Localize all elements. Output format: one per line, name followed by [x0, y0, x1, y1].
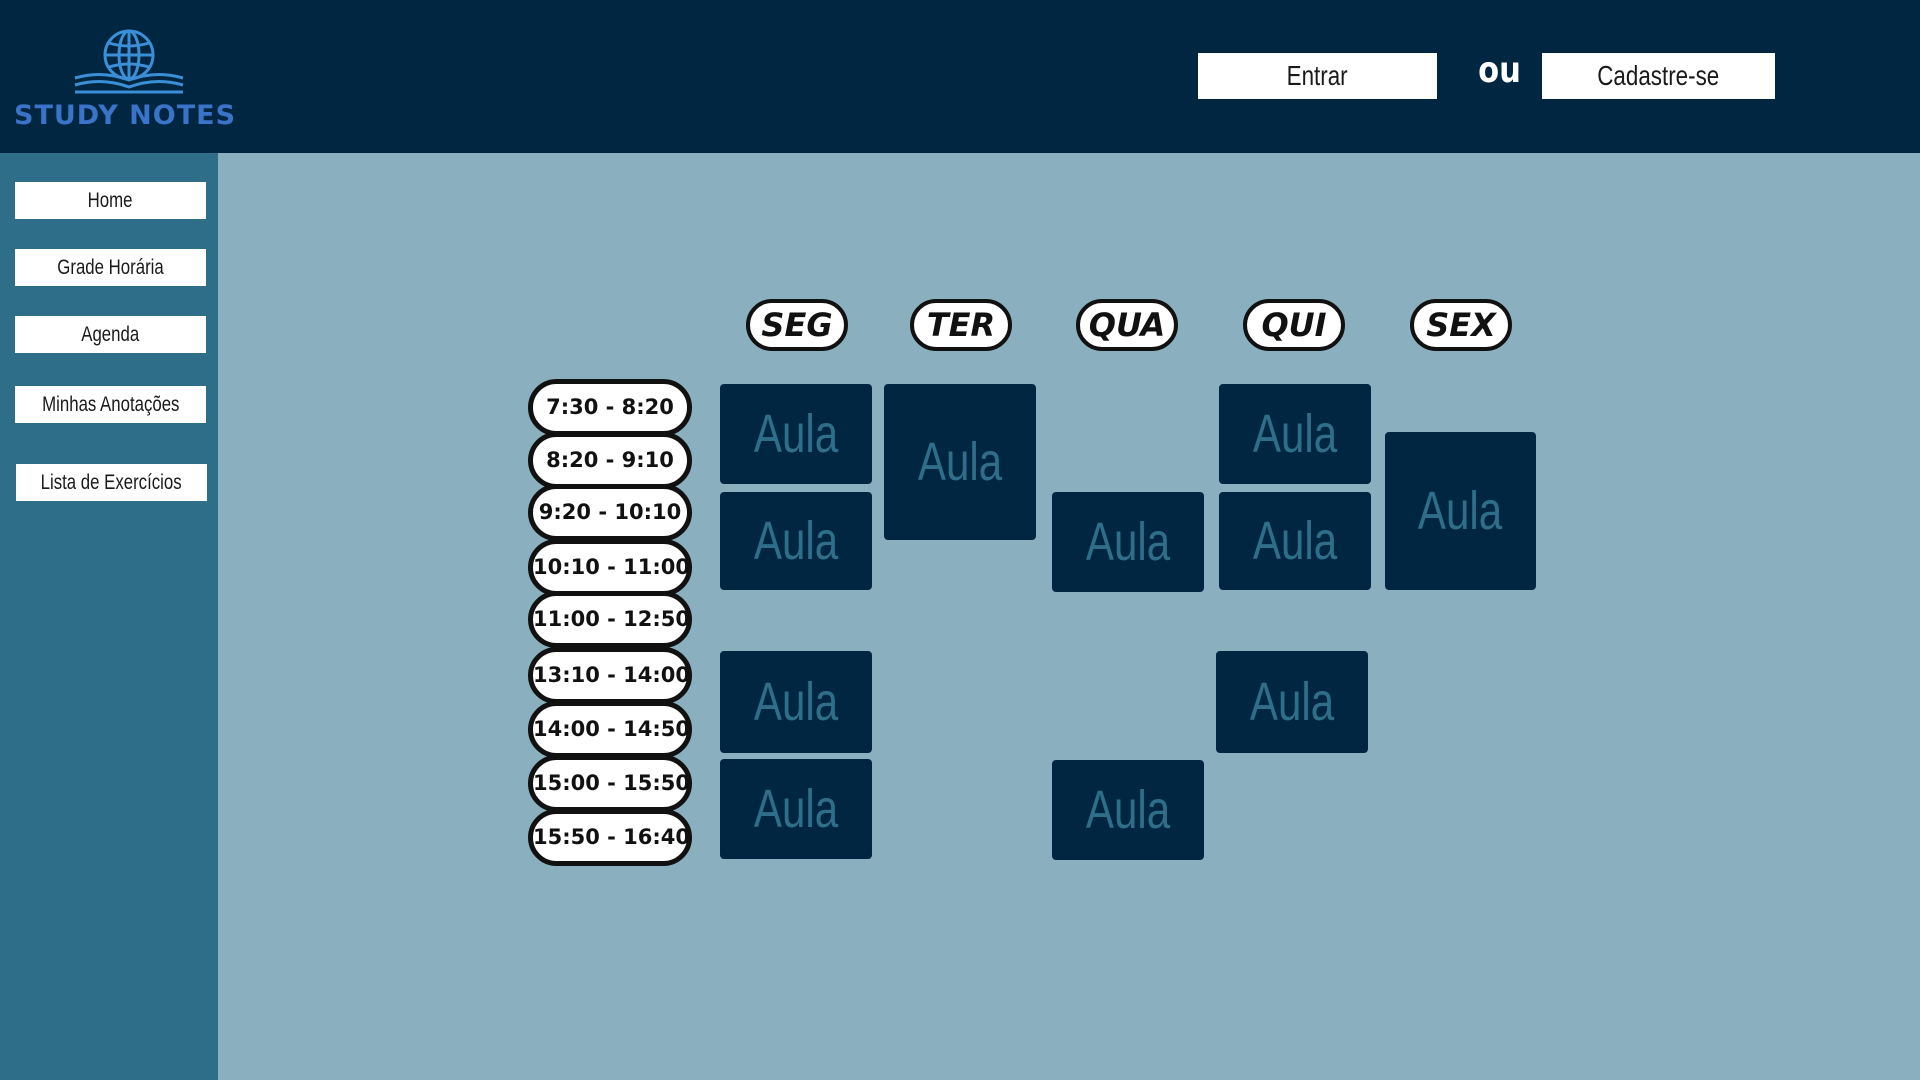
class-label: Aula: [1252, 404, 1338, 464]
class-label: Aula: [1418, 481, 1503, 541]
globe-book-icon: [74, 29, 184, 94]
class-block-qui[interactable]: Aula: [1216, 651, 1368, 753]
day-header-qui: QUI: [1243, 299, 1345, 351]
sidebar-item-label: Lista de Exercícios: [41, 471, 182, 494]
login-label: Entrar: [1287, 60, 1348, 91]
class-block-seg[interactable]: Aula: [720, 384, 872, 484]
time-slot: 15:00 - 15:50: [528, 755, 692, 812]
time-slot: 14:00 - 14:50: [528, 701, 692, 758]
class-block-seg[interactable]: Aula: [720, 651, 872, 753]
class-block-qui[interactable]: Aula: [1219, 384, 1371, 484]
sidebar-item-lista-exercicios[interactable]: Lista de Exercícios: [16, 464, 207, 501]
class-block-seg[interactable]: Aula: [720, 759, 872, 859]
class-label: Aula: [753, 511, 839, 571]
class-label: Aula: [753, 672, 839, 732]
time-slot: 8:20 - 9:10: [528, 432, 692, 489]
sidebar-item-grade-horaria[interactable]: Grade Horária: [15, 249, 206, 286]
login-button[interactable]: Entrar: [1198, 53, 1437, 99]
time-slot: 9:20 - 10:10: [528, 484, 692, 541]
class-block-qua[interactable]: Aula: [1052, 492, 1204, 592]
sidebar-item-label: Grade Horária: [57, 256, 164, 279]
sidebar-item-label: Minhas Anotações: [41, 393, 180, 416]
day-header-seg: SEG: [746, 299, 848, 351]
time-slot: 10:10 - 11:00: [528, 539, 692, 596]
signup-button[interactable]: Cadastre-se: [1542, 53, 1775, 99]
sidebar-item-home[interactable]: Home: [15, 182, 206, 219]
class-block-qui[interactable]: Aula: [1219, 492, 1371, 590]
class-label: Aula: [917, 432, 1003, 492]
class-label: Aula: [1085, 780, 1171, 840]
time-slot: 11:00 - 12:50: [528, 591, 692, 648]
class-block-sex[interactable]: Aula: [1385, 432, 1536, 590]
class-label: Aula: [1249, 672, 1335, 732]
study-notes-logo[interactable]: STUDY NOTES: [14, 28, 246, 132]
time-slot: 7:30 - 8:20: [528, 379, 692, 436]
top-header: STUDY NOTES Entrar ou Cadastre-se: [0, 0, 1920, 153]
sidebar-item-agenda[interactable]: Agenda: [15, 316, 206, 353]
class-label: Aula: [1252, 511, 1338, 571]
day-header-sex: SEX: [1410, 299, 1512, 351]
sidebar: Home Grade Horária Agenda Minhas Anotaçõ…: [0, 153, 218, 1080]
sidebar-item-minhas-anotacoes[interactable]: Minhas Anotações: [15, 386, 206, 423]
time-slot: 15:50 - 16:40: [528, 809, 692, 866]
class-label: Aula: [753, 404, 839, 464]
signup-label: Cadastre-se: [1597, 60, 1720, 91]
day-header-ter: TER: [910, 299, 1012, 351]
class-block-seg[interactable]: Aula: [720, 492, 872, 590]
class-label: Aula: [753, 779, 839, 839]
class-block-qua[interactable]: Aula: [1052, 760, 1204, 860]
logo-text: STUDY NOTES: [14, 100, 237, 131]
sidebar-item-label: Home: [88, 189, 133, 212]
day-header-qua: QUA: [1076, 299, 1178, 351]
time-slot: 13:10 - 14:00: [528, 647, 692, 704]
or-text: ou: [1478, 50, 1521, 91]
class-label: Aula: [1085, 512, 1171, 572]
class-block-ter[interactable]: Aula: [884, 384, 1036, 540]
sidebar-item-label: Agenda: [81, 323, 140, 346]
